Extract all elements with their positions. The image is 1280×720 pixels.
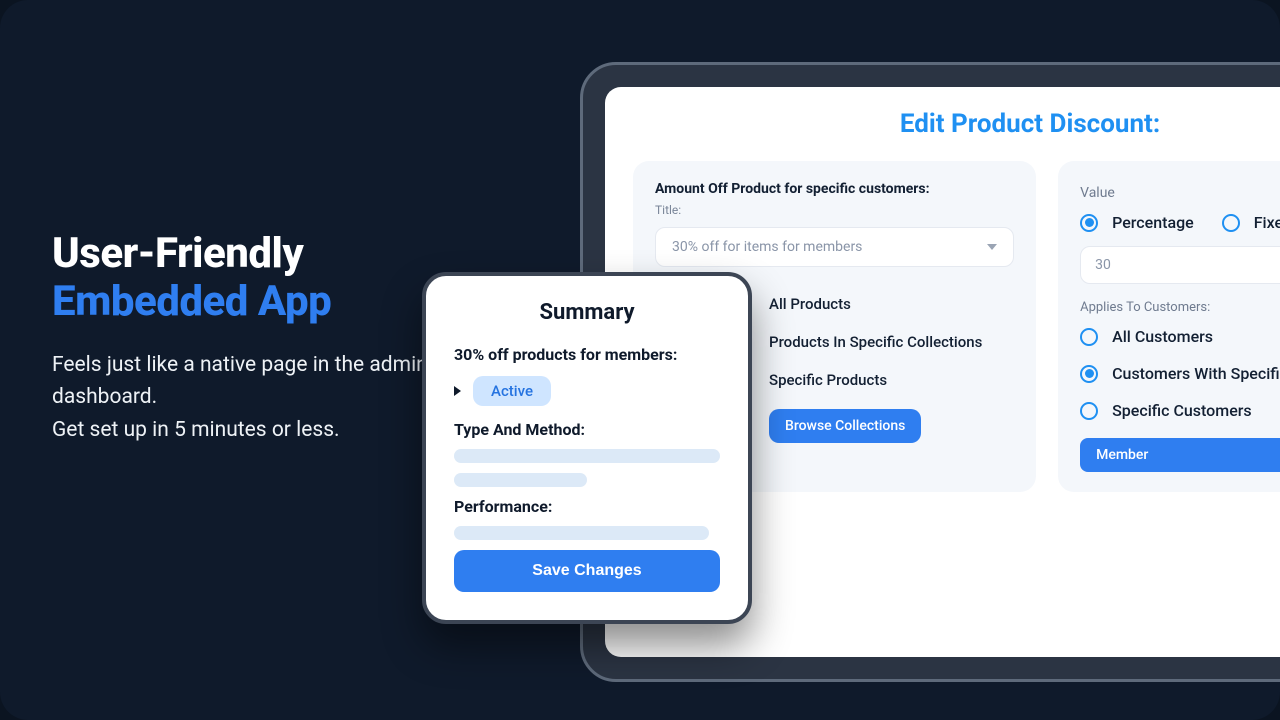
chevron-down-icon [987, 244, 997, 250]
skeleton-line [454, 449, 720, 463]
radio-percentage[interactable]: Percentage [1080, 213, 1194, 232]
promo-stage: User-Friendly Embedded App Feels just li… [0, 0, 1280, 720]
radio-all-customers[interactable]: All Customers [1080, 327, 1280, 346]
status-badge: Active [473, 376, 551, 406]
amount-off-heading: Amount Off Product for specific customer… [655, 181, 1014, 197]
skeleton-line [454, 473, 587, 487]
save-changes-label: Save Changes [532, 562, 641, 580]
radio-specific-products-label: Specific Products [769, 371, 887, 389]
hero-copy: User-Friendly Embedded App Feels just li… [52, 230, 432, 446]
radio-icon [1080, 328, 1098, 346]
radio-icon [1080, 402, 1098, 420]
hero-title-line1: User-Friendly [52, 229, 303, 278]
summary-status-row[interactable]: Active [454, 376, 720, 406]
skeleton-line [454, 526, 709, 540]
hero-body-line1: Feels just like a native page in the adm… [52, 353, 428, 410]
value-label: Value [1080, 185, 1280, 201]
radio-all-customers-label: All Customers [1112, 327, 1213, 346]
value-input-text: 30 [1095, 257, 1111, 273]
radio-customers-tags-label: Customers With Specific Tags [1112, 364, 1280, 383]
summary-performance-heading: Performance: [454, 497, 720, 516]
value-input[interactable]: 30 [1080, 246, 1280, 284]
title-select-value: 30% off for items for members [672, 239, 862, 255]
radio-specific-customers-label: Specific Customers [1112, 401, 1252, 420]
summary-card: Summary 30% off products for members: Ac… [422, 272, 752, 624]
hero-body: Feels just like a native page in the adm… [52, 349, 432, 447]
radio-icon [1080, 214, 1098, 232]
radio-all-products-label: All Products [769, 295, 851, 313]
radio-fixed-price[interactable]: Fixed Price [1222, 213, 1280, 232]
page-title: Edit Product Discount: [633, 109, 1280, 139]
radio-fixed-label: Fixed Price [1254, 213, 1280, 232]
title-label: Title: [655, 203, 1014, 217]
value-panel: Value Percentage Fixed Price 30 [1058, 161, 1280, 492]
summary-headline: 30% off products for members: [454, 345, 720, 364]
radio-specific-customers[interactable]: Specific Customers [1080, 401, 1280, 420]
summary-title: Summary [454, 300, 720, 325]
tag-pill-label: Member [1096, 447, 1148, 463]
value-type-group: Percentage Fixed Price [1080, 213, 1280, 232]
radio-icon [1222, 214, 1240, 232]
radio-percentage-label: Percentage [1112, 213, 1194, 232]
radio-customers-tags[interactable]: Customers With Specific Tags [1080, 364, 1280, 383]
hero-body-line2: Get set up in 5 minutes or less. [52, 418, 340, 442]
caret-right-icon [454, 386, 461, 396]
hero-title-line2: Embedded App [52, 277, 331, 326]
hero-title: User-Friendly Embedded App [52, 230, 432, 327]
browse-collections-label: Browse Collections [785, 418, 905, 434]
summary-type-heading: Type And Method: [454, 420, 720, 439]
radio-icon [1080, 365, 1098, 383]
title-select[interactable]: 30% off for items for members [655, 227, 1014, 267]
radio-collections-label: Products In Specific Collections [769, 333, 982, 351]
applies-to-customers-label: Applies To Customers: [1080, 300, 1280, 315]
browse-collections-button[interactable]: Browse Collections [769, 409, 921, 443]
status-badge-label: Active [491, 382, 533, 400]
tag-pill-member[interactable]: Member [1080, 438, 1280, 472]
save-changes-button[interactable]: Save Changes [454, 550, 720, 592]
